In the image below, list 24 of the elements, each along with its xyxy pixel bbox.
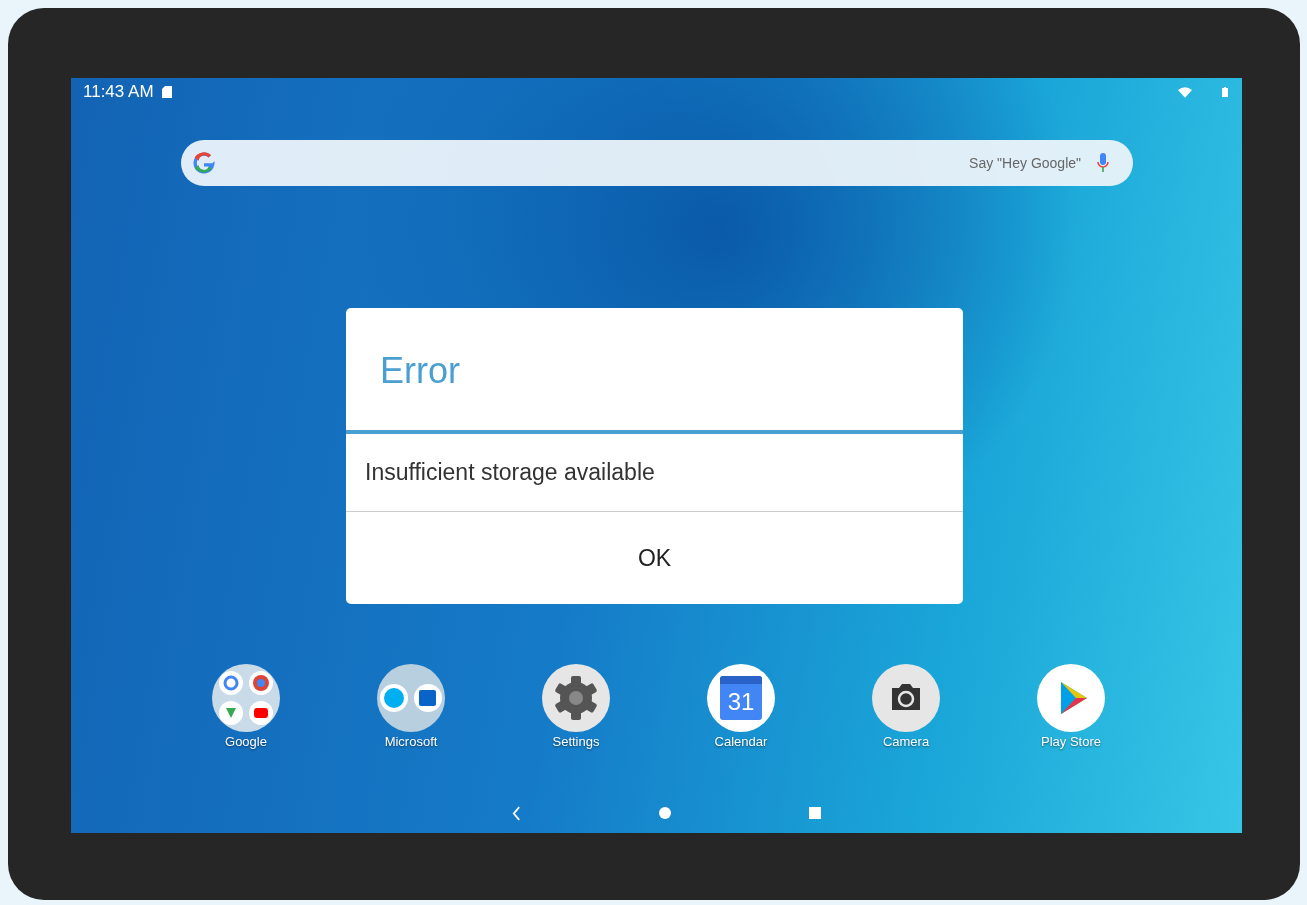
wifi-icon (1178, 86, 1192, 98)
status-time: 11:43 AM (83, 82, 154, 102)
dialog-title: Error (346, 308, 963, 434)
google-logo-icon (193, 152, 215, 174)
folder-icon[interactable] (377, 664, 445, 732)
app-label[interactable]: Camera (882, 734, 930, 749)
app-label[interactable]: Google (225, 734, 267, 749)
search-field[interactable]: Say "Hey Google" (225, 154, 1087, 172)
calendar-icon[interactable]: 31 (707, 664, 775, 732)
app-label[interactable]: Calendar (714, 734, 768, 749)
folder-icon[interactable] (212, 664, 280, 732)
sd-card-icon (161, 86, 172, 98)
app-label[interactable]: Settings (552, 734, 600, 749)
search-bar[interactable]: Say "Hey Google" (181, 140, 1133, 186)
battery-icon (1222, 87, 1228, 97)
app-label[interactable]: Play Store (1041, 734, 1101, 749)
home-icon[interactable] (659, 807, 671, 819)
gear-icon[interactable] (542, 664, 610, 732)
camera-icon[interactable] (872, 664, 940, 732)
back-icon[interactable] (512, 805, 521, 821)
dialog-message: Insufficient storage available (346, 434, 963, 512)
app-label[interactable]: Microsoft (384, 734, 438, 749)
ok-button[interactable]: OK (346, 512, 963, 604)
microphone-icon[interactable] (1097, 153, 1109, 173)
